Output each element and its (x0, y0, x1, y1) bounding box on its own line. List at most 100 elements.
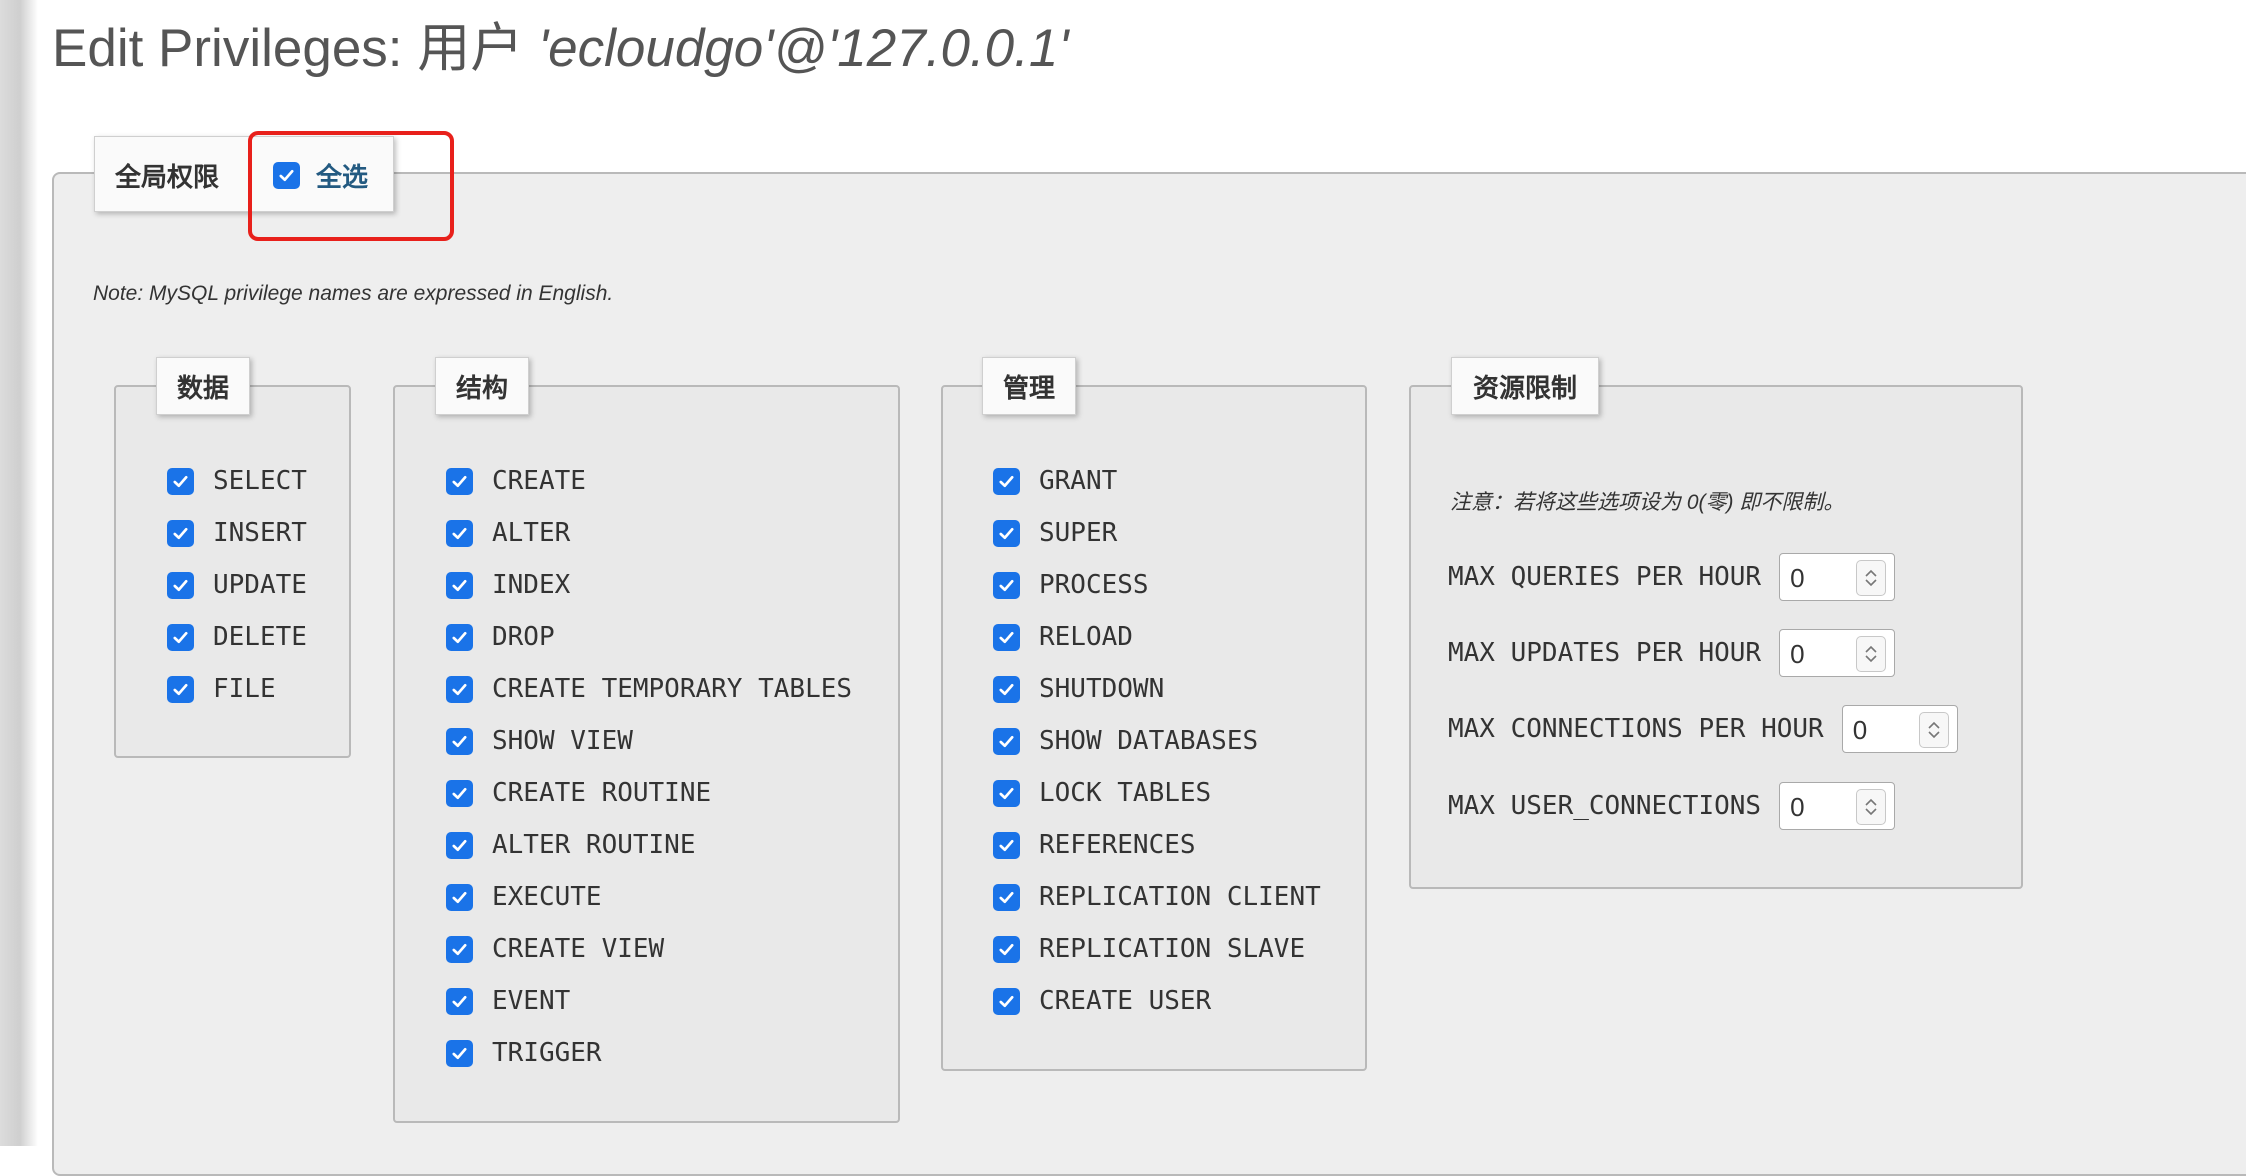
privilege-checkbox[interactable] (446, 831, 473, 859)
privilege-checkbox[interactable] (993, 883, 1020, 911)
privilege-label[interactable]: DROP (492, 622, 555, 652)
privilege-label[interactable]: SHOW DATABASES (1039, 726, 1258, 756)
privilege-create-routine[interactable]: CREATE ROUTINE (446, 778, 711, 808)
privilege-checkbox[interactable] (446, 779, 473, 807)
privilege-label[interactable]: CREATE TEMPORARY TABLES (492, 674, 852, 704)
privilege-label[interactable]: ALTER (492, 518, 570, 548)
limit-value[interactable]: 0 (1790, 792, 1804, 823)
privilege-checkbox[interactable] (446, 623, 473, 651)
privilege-checkbox[interactable] (446, 675, 473, 703)
privilege-label[interactable]: REPLICATION SLAVE (1039, 934, 1305, 964)
admin-group-legend: 管理 (982, 357, 1076, 415)
privilege-event[interactable]: EVENT (446, 986, 570, 1016)
privilege-checkbox[interactable] (446, 467, 473, 495)
privilege-label[interactable]: SHOW VIEW (492, 726, 633, 756)
privilege-show-databases[interactable]: SHOW DATABASES (993, 726, 1258, 756)
privilege-checkbox[interactable] (993, 519, 1020, 547)
privilege-show-view[interactable]: SHOW VIEW (446, 726, 633, 756)
privilege-checkbox[interactable] (993, 675, 1020, 703)
privilege-checkbox[interactable] (167, 675, 194, 703)
privilege-label[interactable]: EVENT (492, 986, 570, 1016)
privilege-label[interactable]: FILE (213, 674, 276, 704)
privilege-label[interactable]: SELECT (213, 466, 307, 496)
limit-number-input[interactable]: 0 (1779, 782, 1896, 830)
privilege-checkbox[interactable] (167, 467, 194, 495)
privilege-alter[interactable]: ALTER (446, 518, 570, 548)
privilege-checkbox[interactable] (993, 831, 1020, 859)
limit-number-input[interactable]: 0 (1779, 553, 1896, 601)
privilege-insert[interactable]: INSERT (167, 518, 307, 548)
limit-number-input[interactable]: 0 (1841, 705, 1958, 753)
stepper-icon[interactable] (1856, 789, 1887, 825)
privilege-trigger[interactable]: TRIGGER (446, 1038, 602, 1068)
privilege-drop[interactable]: DROP (446, 622, 555, 652)
privilege-checkbox[interactable] (446, 1039, 473, 1067)
limit-value[interactable]: 0 (1790, 639, 1804, 670)
privilege-checkbox[interactable] (993, 467, 1020, 495)
privilege-create[interactable]: CREATE (446, 466, 586, 496)
privilege-process[interactable]: PROCESS (993, 570, 1149, 600)
privilege-label[interactable]: GRANT (1039, 466, 1117, 496)
privilege-checkbox[interactable] (446, 519, 473, 547)
limit-number-input[interactable]: 0 (1779, 629, 1896, 677)
privilege-create-user[interactable]: CREATE USER (993, 986, 1211, 1016)
left-panel-edge (0, 0, 38, 1146)
privilege-checkbox[interactable] (167, 623, 194, 651)
privilege-reload[interactable]: RELOAD (993, 622, 1133, 652)
privilege-checkbox[interactable] (446, 987, 473, 1015)
stepper-icon[interactable] (1918, 712, 1949, 748)
privilege-checkbox[interactable] (993, 727, 1020, 755)
privilege-checkbox[interactable] (446, 883, 473, 911)
privilege-checkbox[interactable] (167, 571, 194, 599)
privilege-delete[interactable]: DELETE (167, 622, 307, 652)
stepper-icon[interactable] (1856, 636, 1887, 672)
privilege-grant[interactable]: GRANT (993, 466, 1117, 496)
privilege-index[interactable]: INDEX (446, 570, 570, 600)
privilege-label[interactable]: ALTER ROUTINE (492, 830, 696, 860)
privilege-label[interactable]: INSERT (213, 518, 307, 548)
privilege-label[interactable]: CREATE (492, 466, 586, 496)
privilege-label[interactable]: EXECUTE (492, 882, 602, 912)
privilege-checkbox[interactable] (167, 519, 194, 547)
privilege-file[interactable]: FILE (167, 674, 276, 704)
privilege-label[interactable]: CREATE ROUTINE (492, 778, 711, 808)
privilege-checkbox[interactable] (993, 935, 1020, 963)
privilege-label[interactable]: RELOAD (1039, 622, 1133, 652)
privilege-label[interactable]: LOCK TABLES (1039, 778, 1211, 808)
privilege-checkbox[interactable] (993, 571, 1020, 599)
privilege-label[interactable]: PROCESS (1039, 570, 1149, 600)
privilege-super[interactable]: SUPER (993, 518, 1117, 548)
privilege-checkbox[interactable] (446, 935, 473, 963)
privilege-checkbox[interactable] (993, 623, 1020, 651)
privilege-replication-client[interactable]: REPLICATION CLIENT (993, 882, 1321, 912)
privilege-label[interactable]: TRIGGER (492, 1038, 602, 1068)
privilege-label[interactable]: REFERENCES (1039, 830, 1196, 860)
limit-value[interactable]: 0 (1853, 715, 1867, 746)
privilege-label[interactable]: INDEX (492, 570, 570, 600)
privilege-select[interactable]: SELECT (167, 466, 307, 496)
highlight-annotation-box (248, 131, 454, 241)
privilege-label[interactable]: CREATE VIEW (492, 934, 664, 964)
privilege-label[interactable]: SUPER (1039, 518, 1117, 548)
privilege-shutdown[interactable]: SHUTDOWN (993, 674, 1164, 704)
privilege-create-temporary-tables[interactable]: CREATE TEMPORARY TABLES (446, 674, 852, 704)
privilege-checkbox[interactable] (993, 987, 1020, 1015)
privilege-label[interactable]: UPDATE (213, 570, 307, 600)
privilege-replication-slave[interactable]: REPLICATION SLAVE (993, 934, 1305, 964)
privilege-alter-routine[interactable]: ALTER ROUTINE (446, 830, 696, 860)
privilege-checkbox[interactable] (446, 727, 473, 755)
privilege-references[interactable]: REFERENCES (993, 830, 1196, 860)
privilege-update[interactable]: UPDATE (167, 570, 307, 600)
privilege-label[interactable]: CREATE USER (1039, 986, 1211, 1016)
privilege-label[interactable]: DELETE (213, 622, 307, 652)
stepper-icon[interactable] (1856, 560, 1887, 596)
privilege-create-view[interactable]: CREATE VIEW (446, 934, 664, 964)
data-group-legend: 数据 (156, 357, 250, 415)
privilege-execute[interactable]: EXECUTE (446, 882, 602, 912)
privilege-label[interactable]: SHUTDOWN (1039, 674, 1164, 704)
privilege-label[interactable]: REPLICATION CLIENT (1039, 882, 1321, 912)
privilege-lock-tables[interactable]: LOCK TABLES (993, 778, 1211, 808)
privilege-checkbox[interactable] (993, 779, 1020, 807)
limit-value[interactable]: 0 (1790, 563, 1804, 594)
privilege-checkbox[interactable] (446, 571, 473, 599)
